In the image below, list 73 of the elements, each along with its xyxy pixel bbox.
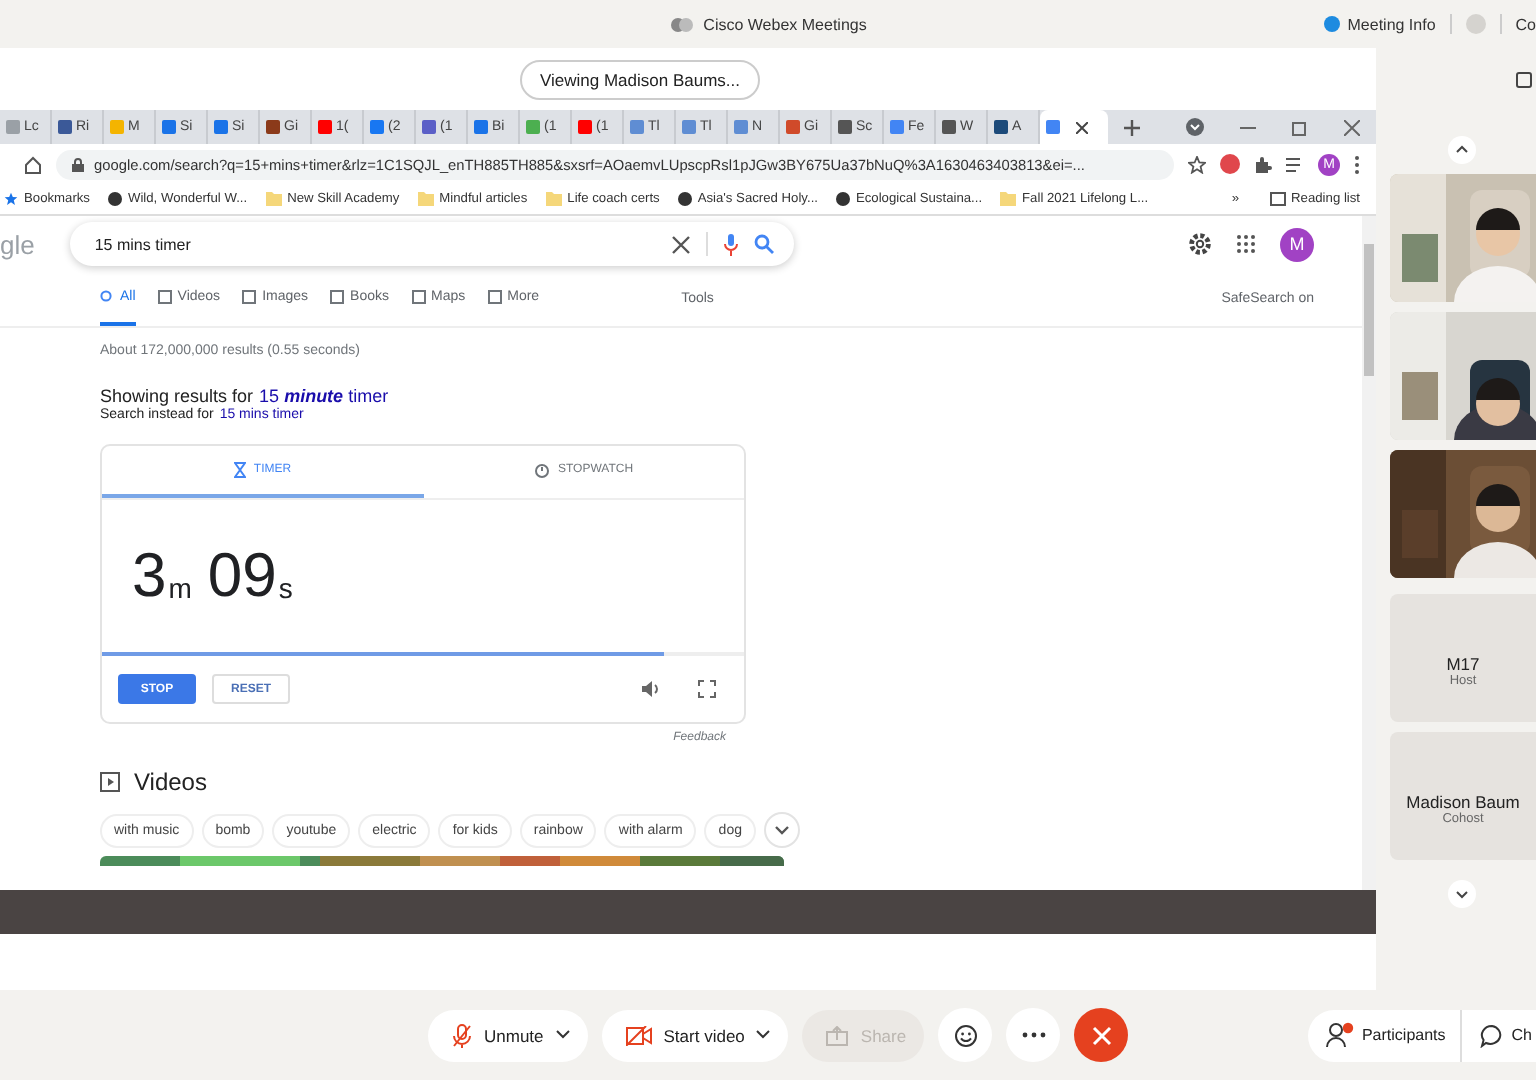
participant-name: M17 bbox=[1446, 653, 1480, 673]
volume-icon[interactable] bbox=[642, 680, 662, 698]
adblock-icon[interactable] bbox=[1220, 154, 1240, 174]
start-video-button[interactable]: Start video bbox=[601, 1009, 789, 1061]
folder-icon bbox=[417, 192, 434, 206]
clear-icon[interactable] bbox=[672, 235, 691, 253]
close-icon bbox=[1091, 1025, 1112, 1045]
unmute-button[interactable]: Unmute bbox=[428, 1009, 588, 1061]
chat-button[interactable]: Ch bbox=[1459, 1009, 1536, 1061]
scrollbar[interactable] bbox=[1362, 216, 1376, 890]
new-tab-icon[interactable] bbox=[1124, 119, 1140, 135]
search-field[interactable]: 15 mins timer bbox=[70, 222, 795, 266]
menu-label[interactable]: Co bbox=[1515, 15, 1536, 33]
time-unit: s bbox=[278, 572, 293, 604]
star-icon bbox=[4, 192, 18, 206]
apps-grid-icon[interactable] bbox=[1236, 234, 1256, 254]
hourglass-icon bbox=[233, 462, 246, 478]
home-icon[interactable] bbox=[24, 155, 42, 173]
tab-icon bbox=[157, 290, 172, 304]
panel-icon[interactable] bbox=[1516, 72, 1532, 88]
site-icon bbox=[107, 192, 122, 206]
stopwatch-icon bbox=[533, 462, 550, 478]
kebab-menu-icon[interactable] bbox=[1354, 155, 1360, 173]
caret-icon bbox=[555, 1030, 570, 1040]
more-icon bbox=[1021, 1032, 1046, 1038]
end-meeting-button[interactable] bbox=[1074, 1008, 1129, 1062]
showing-results-text: Showing results for bbox=[100, 386, 254, 406]
time-unit: m bbox=[168, 572, 192, 604]
participants-button[interactable]: Participants bbox=[1307, 1009, 1460, 1061]
chat-bubble-icon bbox=[1479, 1023, 1504, 1047]
folder-icon bbox=[545, 192, 562, 206]
scroll-up-icon[interactable] bbox=[1448, 136, 1476, 164]
videos-heading: Videos bbox=[134, 768, 207, 796]
close-tab-icon[interactable] bbox=[1076, 121, 1088, 133]
tab-icon bbox=[411, 290, 425, 304]
site-icon bbox=[835, 192, 850, 206]
app-title: Cisco Webex Meetings bbox=[703, 15, 867, 33]
caret-icon bbox=[756, 1030, 771, 1040]
tab-icon bbox=[242, 290, 257, 304]
video-icon bbox=[100, 772, 120, 792]
settings-icon[interactable] bbox=[1188, 232, 1212, 256]
reactions-button[interactable] bbox=[938, 1008, 993, 1062]
webex-logo-icon bbox=[669, 15, 694, 33]
puzzle-icon[interactable] bbox=[1254, 155, 1272, 173]
time-value: 3 bbox=[132, 540, 167, 612]
tab-icon bbox=[487, 290, 502, 304]
folder-icon bbox=[1000, 192, 1017, 206]
account-avatar[interactable]: M bbox=[1280, 227, 1314, 261]
time-value: 09 bbox=[207, 540, 277, 612]
viewing-banner: Viewing Madison Baums... bbox=[519, 59, 760, 99]
info-icon bbox=[1323, 16, 1340, 32]
reading-list-icon bbox=[1269, 192, 1286, 206]
tab-search-icon[interactable] bbox=[1186, 118, 1204, 136]
share-icon bbox=[826, 1025, 849, 1045]
tab-icon bbox=[330, 290, 345, 304]
muted-microphone-icon bbox=[452, 1023, 472, 1047]
close-icon[interactable] bbox=[1344, 119, 1360, 135]
microphone-icon[interactable] bbox=[724, 233, 739, 255]
participant-name: Madison Baum bbox=[1406, 791, 1520, 811]
meeting-info-button[interactable]: Meeting Info bbox=[1347, 15, 1436, 33]
video-off-icon bbox=[625, 1025, 652, 1045]
expand-chevron-icon[interactable] bbox=[763, 812, 800, 848]
folder-icon bbox=[265, 192, 282, 206]
browser-tab[interactable] bbox=[1040, 110, 1108, 144]
smiley-icon bbox=[953, 1023, 978, 1047]
list-icon[interactable] bbox=[1286, 155, 1304, 173]
lock-icon bbox=[72, 157, 84, 171]
site-icon bbox=[677, 192, 692, 206]
restore-icon[interactable] bbox=[1292, 119, 1308, 135]
scroll-down-icon[interactable] bbox=[1448, 880, 1476, 908]
star-icon[interactable] bbox=[1188, 155, 1206, 173]
fullscreen-icon[interactable] bbox=[698, 680, 716, 698]
corrected-query-link[interactable]: 15 minute timer bbox=[259, 386, 389, 406]
